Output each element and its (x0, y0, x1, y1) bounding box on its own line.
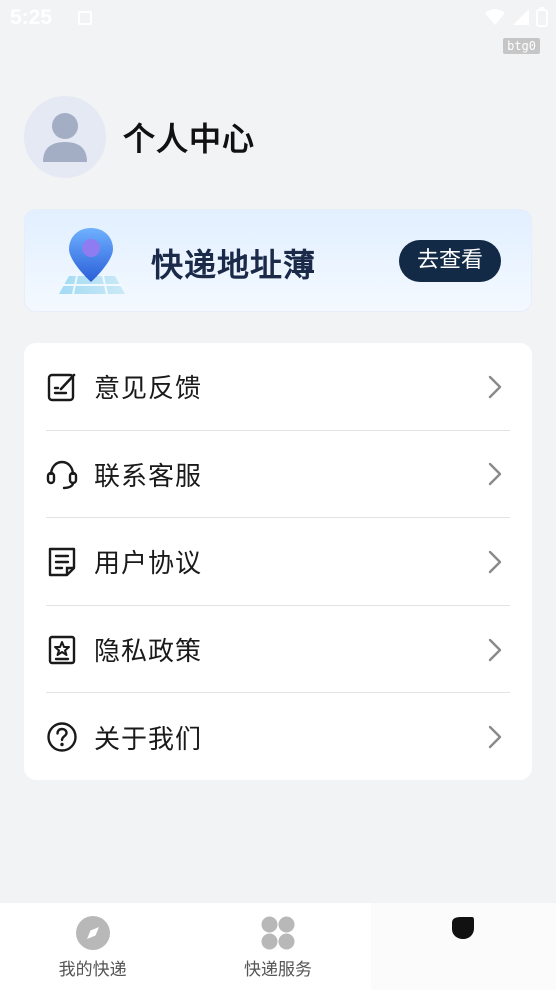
signal-icon (513, 9, 529, 25)
question-circle-icon (46, 721, 78, 753)
privacy-star-icon (46, 634, 78, 666)
document-icon (46, 546, 78, 578)
location-pin-icon (59, 228, 125, 295)
tab-profile[interactable] (370, 903, 556, 990)
tab-express-service[interactable]: 快递服务 (185, 903, 370, 990)
menu-item-customer-service[interactable]: 联系客服 (24, 431, 532, 519)
tab-my-express[interactable]: 我的快递 (0, 903, 185, 990)
battery-icon (536, 7, 548, 27)
profile-header: 个人中心 (24, 96, 255, 178)
menu-item-about-us[interactable]: 关于我们 (24, 693, 532, 781)
address-book-banner[interactable]: 快递地址薄 去查看 (24, 209, 532, 312)
menu-item-label: 隐私政策 (94, 637, 203, 668)
menu-item-label: 关于我们 (94, 724, 203, 755)
status-bar: 5:25 btg0 (0, 0, 556, 54)
bottom-tab-bar: 我的快递 快递服务 (0, 903, 556, 990)
menu-list: 意见反馈 联系客服 用户协议 隐私政策 关于我们 (24, 343, 532, 780)
view-button[interactable]: 去查看 (399, 240, 501, 282)
profile-leaf-icon (452, 917, 475, 939)
tab-label: 我的快递 (58, 960, 127, 980)
page-title: 个人中心 (123, 120, 256, 158)
grid-icon (261, 916, 295, 950)
chevron-right-icon (488, 463, 502, 486)
banner-title: 快递地址薄 (151, 246, 317, 284)
status-time: 5:25 (10, 6, 53, 29)
menu-item-user-agreement[interactable]: 用户协议 (24, 518, 532, 606)
chevron-right-icon (488, 550, 502, 574)
menu-item-label: 意见反馈 (94, 374, 203, 405)
menu-item-label: 联系客服 (94, 461, 203, 492)
menu-item-label: 用户协议 (94, 549, 203, 580)
chevron-right-icon (488, 375, 502, 398)
chevron-right-icon (488, 725, 502, 749)
chevron-right-icon (488, 638, 502, 661)
menu-item-privacy-policy[interactable]: 隐私政策 (24, 606, 532, 694)
wifi-icon (485, 9, 505, 25)
tab-label: 快递服务 (243, 960, 312, 980)
compass-icon (75, 916, 110, 950)
menu-item-feedback[interactable]: 意见反馈 (24, 343, 532, 431)
notification-icon (78, 11, 92, 25)
user-avatar-icon (43, 113, 87, 162)
avatar[interactable] (24, 96, 106, 178)
headset-icon (46, 458, 78, 490)
feedback-edit-icon (46, 371, 78, 403)
status-indicators (484, 7, 548, 27)
debug-tag: btg0 (503, 38, 540, 54)
